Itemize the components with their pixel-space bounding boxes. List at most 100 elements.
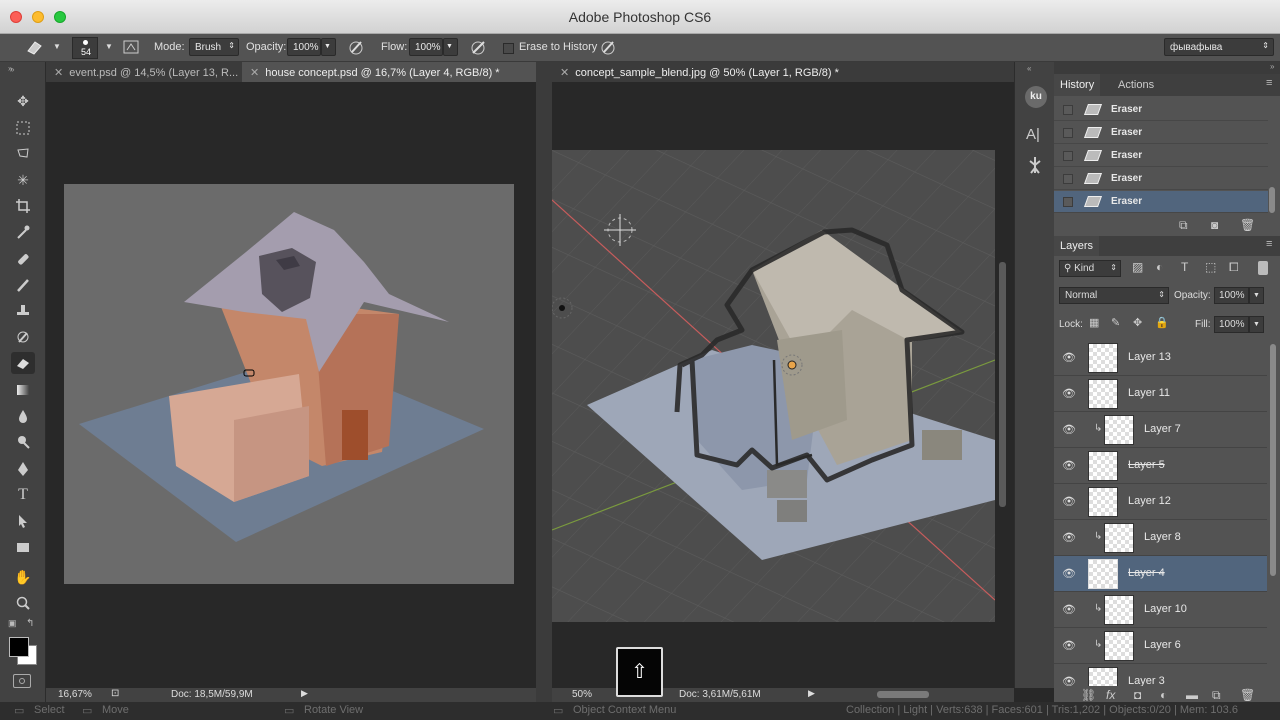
layer-opacity-dropdown-icon[interactable]: ▼ bbox=[1249, 287, 1264, 304]
close-tab-icon[interactable]: ✕ bbox=[54, 67, 63, 79]
visibility-eye-icon[interactable]: 👁 bbox=[1062, 351, 1076, 364]
fill-input[interactable]: 100% bbox=[1214, 316, 1249, 333]
history-checkbox[interactable] bbox=[1063, 128, 1073, 138]
flow-dropdown-icon[interactable]: ▼ bbox=[443, 38, 458, 56]
layers-scrollbar[interactable] bbox=[1270, 344, 1276, 576]
right-canvas-area[interactable] bbox=[552, 82, 1014, 688]
history-scrollbar[interactable] bbox=[1269, 187, 1275, 213]
close-tab-icon[interactable]: ✕ bbox=[560, 67, 569, 79]
history-checkbox[interactable] bbox=[1063, 105, 1073, 115]
history-brush-tool-icon[interactable] bbox=[11, 326, 35, 348]
layer-row[interactable]: 👁 ↳ Layer 8 bbox=[1054, 520, 1267, 556]
zoom-level[interactable]: 16,67% bbox=[58, 689, 92, 700]
brush-tool-icon[interactable] bbox=[11, 274, 35, 296]
layer-row[interactable]: 👁 ↳ Layer 6 bbox=[1054, 628, 1267, 664]
zoom-tool-icon[interactable] bbox=[11, 592, 35, 614]
layer-row[interactable]: 👁 Layer 13 bbox=[1054, 340, 1267, 376]
default-colors-icon[interactable]: ▣ bbox=[8, 618, 17, 629]
layer-opacity-input[interactable]: 100% bbox=[1214, 287, 1249, 304]
filter-type-icon[interactable]: T bbox=[1181, 260, 1188, 274]
character-panel-icon[interactable]: A| bbox=[1026, 126, 1040, 143]
stamp-tool-icon[interactable] bbox=[11, 300, 35, 322]
puppet-tool-icon[interactable] bbox=[1027, 156, 1043, 177]
tab-house-concept[interactable]: ✕ house concept.psd @ 16,7% (Layer 4, RGB… bbox=[242, 62, 536, 82]
preset-dropdown-icon[interactable]: ▼ bbox=[47, 37, 67, 57]
filter-smart-object-icon[interactable]: ⧠ bbox=[1229, 260, 1239, 275]
lasso-tool-icon[interactable] bbox=[11, 143, 35, 165]
flow-input[interactable]: 100% bbox=[409, 38, 443, 56]
tab-history[interactable]: History bbox=[1054, 74, 1101, 96]
pressure-opacity-icon[interactable] bbox=[346, 37, 366, 57]
history-checkbox[interactable] bbox=[1063, 174, 1073, 184]
tab-actions[interactable]: Actions bbox=[1112, 74, 1160, 96]
visibility-eye-icon[interactable]: 👁 bbox=[1062, 531, 1076, 544]
filter-shape-icon[interactable]: ⬚ bbox=[1205, 260, 1216, 274]
history-item[interactable]: Eraser bbox=[1054, 145, 1268, 167]
layer-row[interactable]: 👁 Layer 3 bbox=[1054, 664, 1267, 686]
airbrush-icon[interactable] bbox=[468, 37, 488, 57]
erase-to-history-checkbox[interactable] bbox=[503, 43, 514, 54]
panel-menu-icon[interactable]: ≡ bbox=[1266, 77, 1272, 89]
history-checkbox[interactable] bbox=[1063, 151, 1073, 161]
move-tool-icon[interactable]: ✥ bbox=[11, 90, 35, 112]
type-tool-icon[interactable]: T bbox=[11, 484, 35, 506]
blender-reference-image[interactable] bbox=[552, 150, 995, 622]
eraser-tool-icon[interactable] bbox=[11, 352, 35, 374]
brush-panel-toggle-icon[interactable] bbox=[121, 37, 141, 57]
mode-select[interactable]: Brush ⇕ bbox=[189, 38, 239, 56]
collapse-arrows-icon[interactable]: » bbox=[10, 65, 14, 74]
opacity-input[interactable]: 100% bbox=[287, 38, 321, 56]
layer-row[interactable]: 👁 ↳ Layer 7 bbox=[1054, 412, 1267, 448]
tab-layers[interactable]: Layers bbox=[1054, 236, 1100, 256]
collapse-arrows-icon[interactable]: » bbox=[1270, 62, 1274, 71]
history-item[interactable]: Eraser bbox=[1054, 99, 1268, 121]
filter-toggle-switch[interactable] bbox=[1258, 261, 1268, 275]
healing-brush-tool-icon[interactable] bbox=[11, 248, 35, 270]
left-canvas-area[interactable] bbox=[46, 82, 536, 688]
brush-picker-chevron-icon[interactable]: ▼ bbox=[99, 37, 119, 57]
history-item[interactable]: Eraser bbox=[1054, 168, 1268, 190]
collapse-arrows-icon[interactable]: « bbox=[1027, 64, 1031, 73]
rectangle-tool-icon[interactable] bbox=[11, 536, 35, 558]
workspace-select[interactable]: фывафыва ⇕ bbox=[1164, 38, 1274, 56]
opacity-dropdown-icon[interactable]: ▼ bbox=[321, 38, 336, 56]
gradient-tool-icon[interactable] bbox=[11, 379, 35, 401]
layer-style-fx-icon[interactable]: fx bbox=[1106, 688, 1115, 702]
zoom-level[interactable]: 50% bbox=[572, 689, 592, 700]
layer-row[interactable]: 👁 Layer 5 bbox=[1054, 448, 1267, 484]
horizontal-scrollbar[interactable] bbox=[877, 691, 929, 698]
layer-row-selected[interactable]: 👁 Layer 4 bbox=[1054, 556, 1267, 592]
delete-layer-icon[interactable]: 🗑 bbox=[1240, 688, 1255, 702]
foreground-color-swatch[interactable] bbox=[9, 637, 29, 657]
add-mask-icon[interactable]: ◘ bbox=[1134, 688, 1141, 702]
delete-state-icon[interactable]: 🗑 bbox=[1240, 218, 1255, 232]
pen-tool-icon[interactable] bbox=[11, 458, 35, 480]
visibility-eye-icon[interactable]: 👁 bbox=[1062, 603, 1076, 616]
status-info-icon[interactable]: ⊡ bbox=[111, 688, 119, 699]
quick-mask-icon[interactable] bbox=[13, 674, 31, 688]
kuler-icon[interactable]: ku bbox=[1025, 86, 1047, 108]
lock-all-icon[interactable]: 🔒 bbox=[1155, 316, 1169, 329]
house-concept-artwork[interactable] bbox=[64, 184, 514, 584]
visibility-eye-icon[interactable]: 👁 bbox=[1062, 423, 1076, 436]
new-group-folder-icon[interactable]: ▬ bbox=[1186, 688, 1198, 702]
new-document-from-state-icon[interactable]: ⧉ bbox=[1179, 218, 1188, 233]
history-checkbox[interactable] bbox=[1063, 197, 1073, 207]
eraser-tool-preset-icon[interactable] bbox=[24, 37, 44, 57]
visibility-eye-icon[interactable]: 👁 bbox=[1062, 387, 1076, 400]
vertical-scrollbar[interactable] bbox=[999, 262, 1006, 507]
pressure-size-icon[interactable] bbox=[598, 37, 618, 57]
swap-colors-icon[interactable]: ↰ bbox=[26, 618, 34, 629]
fill-dropdown-icon[interactable]: ▼ bbox=[1249, 316, 1264, 333]
visibility-eye-icon[interactable]: 👁 bbox=[1062, 675, 1076, 686]
crop-tool-icon[interactable] bbox=[11, 195, 35, 217]
visibility-eye-icon[interactable]: 👁 bbox=[1062, 639, 1076, 652]
lock-pixels-icon[interactable]: ✎ bbox=[1111, 316, 1120, 329]
document-splitter[interactable] bbox=[536, 62, 552, 702]
lock-position-icon[interactable]: ✥ bbox=[1133, 316, 1142, 329]
visibility-eye-icon[interactable]: 👁 bbox=[1062, 495, 1076, 508]
adjustment-layer-icon[interactable]: ◐ bbox=[1160, 688, 1167, 702]
tab-event-psd[interactable]: ✕ event.psd @ 14,5% (Layer 13, R... bbox=[46, 62, 242, 82]
link-layers-icon[interactable]: ⛓ bbox=[1081, 688, 1096, 702]
visibility-eye-icon[interactable]: 👁 bbox=[1062, 567, 1076, 580]
